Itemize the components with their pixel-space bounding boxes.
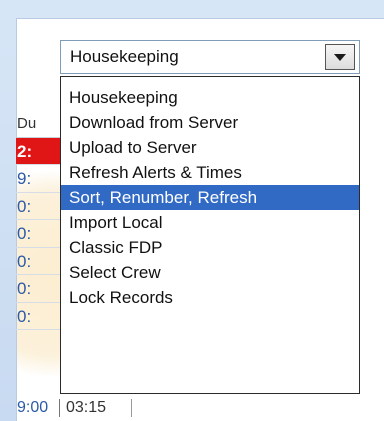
menu-item-download-from-server[interactable]: Download from Server bbox=[61, 110, 359, 135]
menu-item-lock-records[interactable]: Lock Records bbox=[61, 285, 359, 310]
dropdown-list[interactable]: Housekeeping Download from Server Upload… bbox=[60, 76, 360, 394]
combobox-value[interactable]: Housekeeping bbox=[61, 41, 325, 73]
menu-item-refresh-alerts-times[interactable]: Refresh Alerts & Times bbox=[61, 160, 359, 185]
menu-item-classic-fdp[interactable]: Classic FDP bbox=[61, 235, 359, 260]
menu-item-upload-to-server[interactable]: Upload to Server bbox=[61, 135, 359, 160]
time-cell[interactable]: 0: bbox=[16, 220, 62, 248]
housekeeping-combobox[interactable]: Housekeeping bbox=[60, 40, 360, 74]
time-cell[interactable]: 0: bbox=[16, 248, 62, 275]
menu-item-import-local[interactable]: Import Local bbox=[61, 210, 359, 235]
time-cell[interactable]: 0: bbox=[16, 193, 62, 220]
menu-item-housekeeping[interactable]: Housekeeping bbox=[61, 85, 359, 110]
time-cell-alert[interactable]: 2: bbox=[16, 137, 62, 165]
menu-item-sort-renumber-refresh[interactable]: Sort, Renumber, Refresh bbox=[61, 185, 359, 210]
dropdown-toggle-button[interactable] bbox=[325, 44, 355, 70]
time-column: Du 2: 9: 0: 0: 0: 0: 0: bbox=[16, 110, 62, 330]
table-row[interactable]: 9:00 03:15 bbox=[16, 395, 216, 421]
time-cell[interactable]: 9: bbox=[16, 165, 62, 193]
column-header-duty: Du bbox=[16, 110, 62, 138]
time-cell[interactable]: 0: bbox=[16, 275, 62, 303]
time-cell-start[interactable]: 9:00 bbox=[16, 399, 60, 417]
time-cell-duration[interactable]: 03:15 bbox=[60, 399, 132, 417]
chevron-down-icon bbox=[334, 53, 346, 61]
menu-item-select-crew[interactable]: Select Crew bbox=[61, 260, 359, 285]
time-cell[interactable]: 0: bbox=[16, 303, 62, 330]
